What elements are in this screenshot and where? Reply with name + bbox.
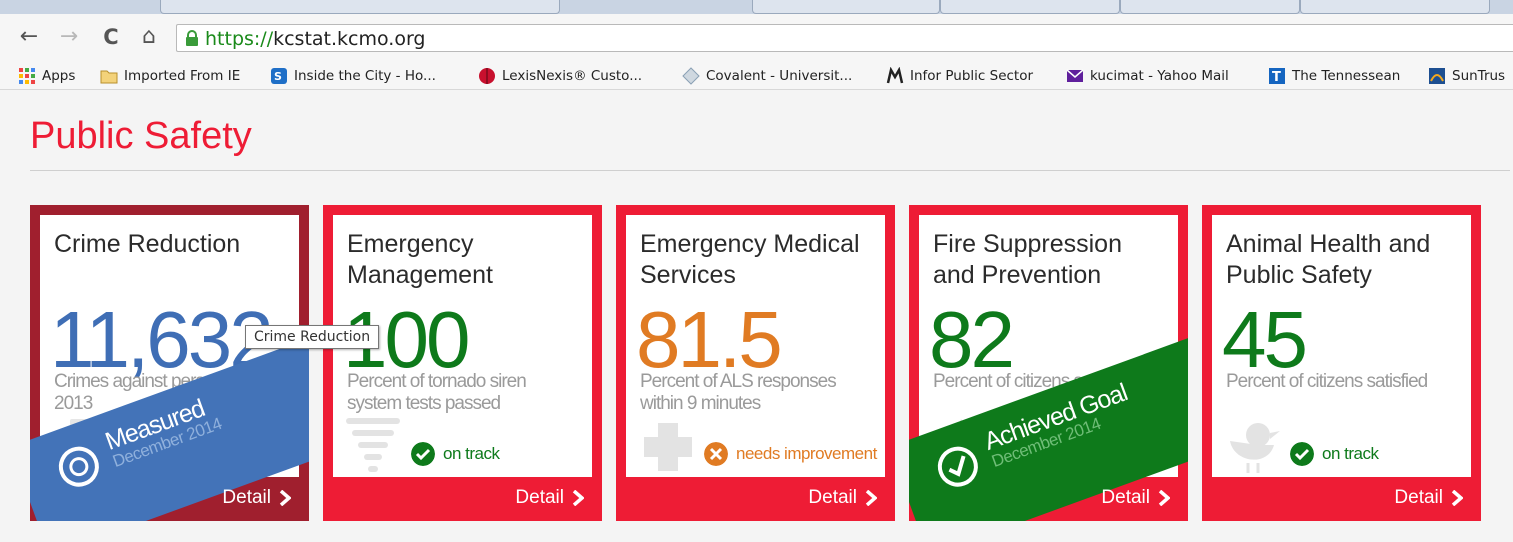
url-host: kcstat.kcmo.org: [273, 28, 426, 50]
browser-tab[interactable]: [752, 0, 940, 14]
browser-tab[interactable]: [1300, 0, 1490, 14]
chevron-right-icon: [1158, 490, 1170, 506]
bookmark-suntrust[interactable]: SunTrus: [1428, 67, 1505, 85]
card-title: Fire Suppression and Prevention: [933, 230, 1122, 289]
apps-grid-icon: [19, 68, 35, 84]
tooltip: Crime Reduction: [245, 325, 380, 349]
detail-link[interactable]: Detail: [515, 487, 584, 509]
card-description: Percent of citizens satisfied: [1226, 371, 1428, 392]
covalent-icon: [682, 67, 700, 85]
detail-link[interactable]: Detail: [222, 487, 291, 509]
forward-button[interactable]: →: [58, 24, 80, 50]
lexisnexis-icon: [479, 68, 495, 84]
card-description: Percent of tornado siren system tests pa…: [347, 371, 527, 414]
yahoo-mail-icon: [1066, 69, 1084, 82]
svg-text:T: T: [1272, 70, 1281, 85]
suntrust-icon: [1429, 68, 1445, 84]
browser-tab[interactable]: [1120, 0, 1300, 14]
detail-link[interactable]: Detail: [1101, 487, 1170, 509]
bookmarks-bar: Apps Imported From IE S Inside the City …: [0, 62, 1513, 90]
bookmark-label: Imported From IE: [124, 68, 241, 84]
check-circle-icon: [1290, 442, 1314, 466]
card-crime-reduction[interactable]: Crime Reduction 11,632 Crimes against pe…: [30, 205, 309, 521]
sharepoint-icon: S: [271, 68, 287, 84]
bookmark-yahoo-mail[interactable]: kucimat - Yahoo Mail: [1066, 67, 1229, 85]
tornado-icon: [346, 418, 400, 472]
bookmark-label: LexisNexis® Custo...: [502, 68, 643, 84]
bookmark-lexisnexis[interactable]: LexisNexis® Custo...: [478, 67, 642, 85]
card-value: 82: [929, 295, 1015, 384]
browser-tab[interactable]: [160, 0, 560, 14]
detail-label: Detail: [1101, 487, 1150, 508]
bookmark-label: The Tennessean: [1292, 68, 1401, 84]
card-description: Percent of ALS responses within 9 minute…: [640, 371, 837, 414]
title-divider: [30, 170, 1510, 171]
chevron-right-icon: [865, 490, 877, 506]
medical-cross-icon: [644, 423, 692, 471]
bird-icon: [1230, 423, 1280, 473]
card-value: 81.5: [636, 295, 783, 384]
card-title: Crime Reduction: [54, 230, 241, 258]
bookmark-infor-public-sector[interactable]: Infor Public Sector: [886, 67, 1033, 85]
detail-label: Detail: [808, 487, 857, 508]
chevron-right-icon: [279, 490, 291, 506]
bookmark-label: Infor Public Sector: [910, 68, 1034, 84]
bookmark-inside-the-city[interactable]: S Inside the City - Ho...: [270, 67, 436, 85]
chevron-right-icon: [1451, 490, 1463, 506]
tennessean-icon: T: [1269, 68, 1285, 85]
status-indicator: on track: [1290, 441, 1379, 467]
bookmark-apps[interactable]: Apps: [18, 67, 75, 85]
status-label: on track: [443, 444, 500, 463]
chevron-right-icon: [572, 490, 584, 506]
card-title: Emergency Management: [347, 230, 493, 289]
status-indicator: needs improvement: [704, 441, 877, 467]
bookmark-label: SunTrus: [1452, 68, 1506, 84]
bookmark-label: Apps: [42, 68, 76, 84]
detail-link[interactable]: Detail: [1394, 487, 1463, 509]
status-indicator: on track: [411, 441, 500, 467]
bookmark-label: Covalent - Universit...: [706, 68, 853, 84]
folder-icon: [100, 70, 118, 84]
card-emergency-medical-services[interactable]: Emergency Medical Services 81.5 Percent …: [616, 205, 895, 521]
page-title: Public Safety: [30, 115, 252, 157]
lock-icon: [186, 30, 198, 46]
detail-label: Detail: [1394, 487, 1443, 508]
home-button[interactable]: ⌂: [138, 24, 160, 50]
card-fire-suppression[interactable]: Fire Suppression and Prevention 82 Perce…: [909, 205, 1188, 521]
bookmark-the-tennessean[interactable]: T The Tennessean: [1268, 67, 1400, 85]
svg-text:S: S: [274, 70, 282, 83]
reload-button[interactable]: C: [100, 24, 122, 50]
status-label: needs improvement: [736, 444, 877, 463]
status-label: on track: [1322, 444, 1379, 463]
detail-link[interactable]: Detail: [808, 487, 877, 509]
back-button[interactable]: ←: [18, 24, 40, 50]
card-animal-health[interactable]: Animal Health and Public Safety 45 Perce…: [1202, 205, 1481, 521]
card-body: Animal Health and Public Safety 45 Perce…: [1212, 215, 1471, 477]
url-text: https://kcstat.kcmo.org: [205, 28, 426, 50]
detail-label: Detail: [515, 487, 564, 508]
card-title: Emergency Medical Services: [640, 230, 860, 289]
url-scheme: https://: [205, 28, 274, 50]
check-circle-icon: [937, 446, 978, 487]
bookmark-label: kucimat - Yahoo Mail: [1090, 68, 1229, 84]
address-bar[interactable]: https://kcstat.kcmo.org: [176, 24, 1513, 52]
browser-toolbar: ← → C ⌂ https://kcstat.kcmo.org: [0, 14, 1513, 62]
tab-strip: [0, 0, 1513, 14]
card-emergency-management[interactable]: Emergency Management 100 Percent of torn…: [323, 205, 602, 521]
card-value: 45: [1222, 295, 1308, 384]
x-circle-icon: [704, 442, 728, 466]
bookmark-covalent[interactable]: Covalent - Universit...: [682, 67, 852, 85]
card-title: Animal Health and Public Safety: [1226, 230, 1431, 289]
gauge-icon: [58, 446, 99, 487]
browser-tab[interactable]: [940, 0, 1120, 14]
bookmark-imported-from-ie[interactable]: Imported From IE: [100, 67, 240, 85]
card-body: Emergency Medical Services 81.5 Percent …: [626, 215, 885, 477]
detail-label: Detail: [222, 487, 271, 508]
infor-icon: [886, 67, 904, 84]
bookmark-label: Inside the City - Ho...: [294, 68, 436, 84]
check-circle-icon: [411, 442, 435, 466]
